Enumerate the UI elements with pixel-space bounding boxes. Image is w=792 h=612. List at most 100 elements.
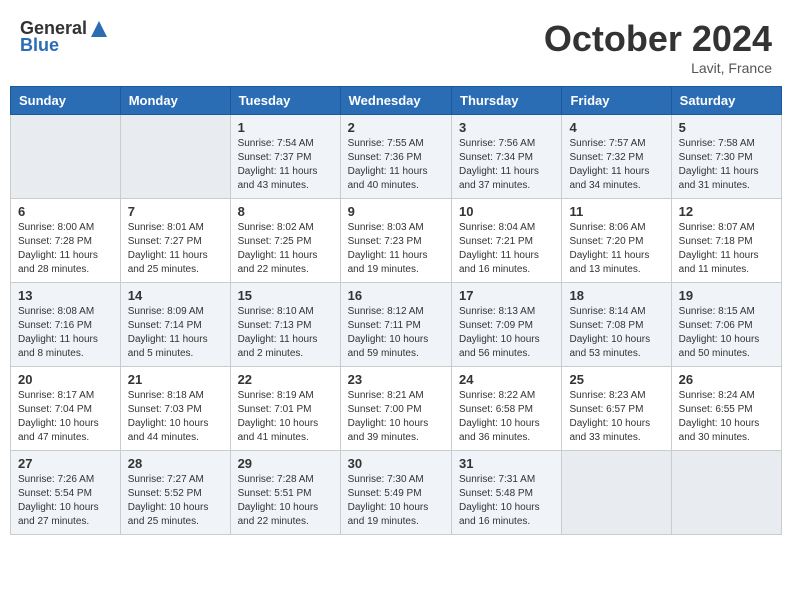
- header-saturday: Saturday: [671, 87, 781, 115]
- day-info: Sunrise: 7:58 AM Sunset: 7:30 PM Dayligh…: [679, 137, 774, 193]
- calendar-cell: 13Sunrise: 8:08 AM Sunset: 7:16 PM Dayli…: [11, 283, 121, 367]
- calendar-cell: 21 Sunrise: 8:18 AM Sunset: 7:03 PM Dayli…: [120, 367, 230, 451]
- day-number: 14: [128, 288, 223, 303]
- day-number: 9: [348, 204, 444, 219]
- day-number: 16: [348, 288, 444, 303]
- week-row-0: 1Sunrise: 7:54 AM Sunset: 7:37 PM Daylig…: [11, 115, 782, 199]
- day-number: 29: [238, 456, 333, 471]
- logo-blue: Blue: [20, 35, 59, 56]
- day-number: 24: [459, 372, 554, 387]
- calendar-cell: 19 Sunrise: 8:15 AM Sunset: 7:06 PM Dayli…: [671, 283, 781, 367]
- day-info: Sunrise: 8:21 AM Sunset: 7:00 PM Dayligh…: [348, 389, 444, 445]
- calendar-cell: 12 Sunrise: 8:07 AM Sunset: 7:18 PM Dayli…: [671, 199, 781, 283]
- day-number: 20: [18, 372, 113, 387]
- calendar-cell: 14 Sunrise: 8:09 AM Sunset: 7:14 PM Dayli…: [120, 283, 230, 367]
- day-info: Sunrise: 8:14 AM Sunset: 7:08 PM Dayligh…: [569, 305, 663, 361]
- calendar-cell: 4 Sunrise: 7:57 AM Sunset: 7:32 PM Daylig…: [562, 115, 671, 199]
- day-number: 27: [18, 456, 113, 471]
- day-info: Sunrise: 8:03 AM Sunset: 7:23 PM Dayligh…: [348, 221, 444, 277]
- day-number: 8: [238, 204, 333, 219]
- day-info: Sunrise: 8:07 AM Sunset: 7:18 PM Dayligh…: [679, 221, 774, 277]
- title-area: October 2024 Lavit, France: [544, 18, 772, 76]
- day-number: 30: [348, 456, 444, 471]
- calendar-table: SundayMondayTuesdayWednesdayThursdayFrid…: [10, 86, 782, 535]
- day-number: 12: [679, 204, 774, 219]
- day-number: 28: [128, 456, 223, 471]
- day-info: Sunrise: 7:26 AM Sunset: 5:54 PM Dayligh…: [18, 473, 113, 529]
- calendar-cell: 23 Sunrise: 8:21 AM Sunset: 7:00 PM Dayli…: [340, 367, 451, 451]
- day-info: Sunrise: 8:15 AM Sunset: 7:06 PM Dayligh…: [679, 305, 774, 361]
- calendar-cell: 20Sunrise: 8:17 AM Sunset: 7:04 PM Dayli…: [11, 367, 121, 451]
- day-info: Sunrise: 7:54 AM Sunset: 7:37 PM Dayligh…: [238, 137, 333, 193]
- calendar-cell: 11Sunrise: 8:06 AM Sunset: 7:20 PM Dayli…: [562, 199, 671, 283]
- day-number: 4: [569, 120, 663, 135]
- calendar-cell: 28 Sunrise: 7:27 AM Sunset: 5:52 PM Dayli…: [120, 451, 230, 535]
- day-number: 21: [128, 372, 223, 387]
- day-info: Sunrise: 8:19 AM Sunset: 7:01 PM Dayligh…: [238, 389, 333, 445]
- calendar-cell: [562, 451, 671, 535]
- day-info: Sunrise: 8:06 AM Sunset: 7:20 PM Dayligh…: [569, 221, 663, 277]
- header-wednesday: Wednesday: [340, 87, 451, 115]
- week-row-2: 13Sunrise: 8:08 AM Sunset: 7:16 PM Dayli…: [11, 283, 782, 367]
- day-info: Sunrise: 8:22 AM Sunset: 6:58 PM Dayligh…: [459, 389, 554, 445]
- day-info: Sunrise: 8:18 AM Sunset: 7:03 PM Dayligh…: [128, 389, 223, 445]
- day-number: 26: [679, 372, 774, 387]
- location: Lavit, France: [544, 60, 772, 76]
- day-info: Sunrise: 8:04 AM Sunset: 7:21 PM Dayligh…: [459, 221, 554, 277]
- day-number: 6: [18, 204, 113, 219]
- logo-icon: [89, 19, 109, 39]
- calendar-cell: 31 Sunrise: 7:31 AM Sunset: 5:48 PM Dayli…: [452, 451, 562, 535]
- day-number: 18: [569, 288, 663, 303]
- day-info: Sunrise: 8:01 AM Sunset: 7:27 PM Dayligh…: [128, 221, 223, 277]
- header-tuesday: Tuesday: [230, 87, 340, 115]
- day-number: 2: [348, 120, 444, 135]
- calendar-cell: [120, 115, 230, 199]
- header-friday: Friday: [562, 87, 671, 115]
- header-monday: Monday: [120, 87, 230, 115]
- calendar-cell: 18 Sunrise: 8:14 AM Sunset: 7:08 PM Dayli…: [562, 283, 671, 367]
- page-header: General Blue October 2024 Lavit, France: [10, 10, 782, 80]
- calendar-cell: 7 Sunrise: 8:01 AM Sunset: 7:27 PM Daylig…: [120, 199, 230, 283]
- day-info: Sunrise: 7:27 AM Sunset: 5:52 PM Dayligh…: [128, 473, 223, 529]
- day-number: 10: [459, 204, 554, 219]
- day-info: Sunrise: 7:30 AM Sunset: 5:49 PM Dayligh…: [348, 473, 444, 529]
- calendar-cell: 30 Sunrise: 7:30 AM Sunset: 5:49 PM Dayli…: [340, 451, 451, 535]
- calendar-cell: 15 Sunrise: 8:10 AM Sunset: 7:13 PM Dayli…: [230, 283, 340, 367]
- day-number: 5: [679, 120, 774, 135]
- calendar-cell: 6Sunrise: 8:00 AM Sunset: 7:28 PM Daylig…: [11, 199, 121, 283]
- calendar-cell: 8Sunrise: 8:02 AM Sunset: 7:25 PM Daylig…: [230, 199, 340, 283]
- day-info: Sunrise: 8:23 AM Sunset: 6:57 PM Dayligh…: [569, 389, 663, 445]
- day-info: Sunrise: 7:31 AM Sunset: 5:48 PM Dayligh…: [459, 473, 554, 529]
- day-info: Sunrise: 8:13 AM Sunset: 7:09 PM Dayligh…: [459, 305, 554, 361]
- calendar-cell: 24 Sunrise: 8:22 AM Sunset: 6:58 PM Dayli…: [452, 367, 562, 451]
- day-info: Sunrise: 7:28 AM Sunset: 5:51 PM Dayligh…: [238, 473, 333, 529]
- day-number: 17: [459, 288, 554, 303]
- calendar-cell: 3 Sunrise: 7:56 AM Sunset: 7:34 PM Daylig…: [452, 115, 562, 199]
- week-row-1: 6Sunrise: 8:00 AM Sunset: 7:28 PM Daylig…: [11, 199, 782, 283]
- day-info: Sunrise: 7:56 AM Sunset: 7:34 PM Dayligh…: [459, 137, 554, 193]
- day-info: Sunrise: 8:24 AM Sunset: 6:55 PM Dayligh…: [679, 389, 774, 445]
- calendar-cell: 27 Sunrise: 7:26 AM Sunset: 5:54 PM Dayli…: [11, 451, 121, 535]
- month-title: October 2024: [544, 18, 772, 60]
- calendar-cell: 2Sunrise: 7:55 AM Sunset: 7:36 PM Daylig…: [340, 115, 451, 199]
- day-number: 7: [128, 204, 223, 219]
- day-number: 23: [348, 372, 444, 387]
- day-info: Sunrise: 8:10 AM Sunset: 7:13 PM Dayligh…: [238, 305, 333, 361]
- day-number: 15: [238, 288, 333, 303]
- day-number: 25: [569, 372, 663, 387]
- calendar-cell: [11, 115, 121, 199]
- day-number: 3: [459, 120, 554, 135]
- calendar-cell: 9 Sunrise: 8:03 AM Sunset: 7:23 PM Daylig…: [340, 199, 451, 283]
- day-number: 13: [18, 288, 113, 303]
- week-row-3: 20Sunrise: 8:17 AM Sunset: 7:04 PM Dayli…: [11, 367, 782, 451]
- day-info: Sunrise: 7:57 AM Sunset: 7:32 PM Dayligh…: [569, 137, 663, 193]
- day-number: 19: [679, 288, 774, 303]
- day-number: 22: [238, 372, 333, 387]
- day-number: 31: [459, 456, 554, 471]
- week-row-4: 27 Sunrise: 7:26 AM Sunset: 5:54 PM Dayli…: [11, 451, 782, 535]
- day-info: Sunrise: 8:09 AM Sunset: 7:14 PM Dayligh…: [128, 305, 223, 361]
- calendar-cell: 5 Sunrise: 7:58 AM Sunset: 7:30 PM Daylig…: [671, 115, 781, 199]
- calendar-cell: 22 Sunrise: 8:19 AM Sunset: 7:01 PM Dayli…: [230, 367, 340, 451]
- calendar-cell: 26 Sunrise: 8:24 AM Sunset: 6:55 PM Dayli…: [671, 367, 781, 451]
- logo: General Blue: [20, 18, 109, 56]
